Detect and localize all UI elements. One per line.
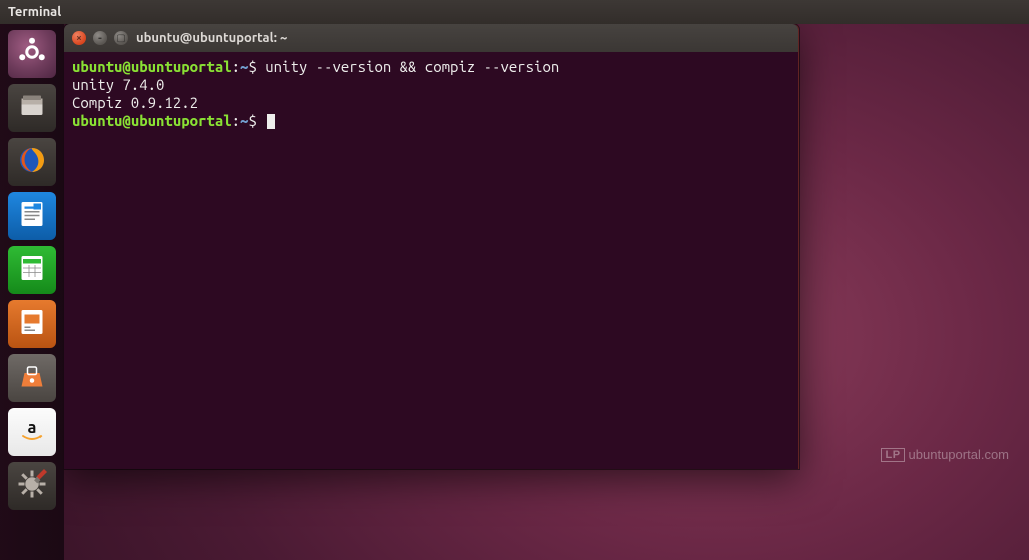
launcher-item-impress[interactable] <box>8 300 56 348</box>
dash-icon <box>14 34 50 74</box>
terminal-command: unity --version && compiz --version <box>265 58 559 75</box>
minimize-icon[interactable]: ‐ <box>93 31 107 45</box>
settings-icon <box>14 466 50 506</box>
impress-icon <box>14 304 50 344</box>
launcher-item-dash[interactable] <box>8 30 56 78</box>
terminal-output-line: Compiz 0.9.12.2 <box>72 94 790 112</box>
unity-launcher: a <box>0 24 64 560</box>
launcher-item-software[interactable] <box>8 354 56 402</box>
terminal-body[interactable]: ubuntu@ubuntuportal:~$ unity --version &… <box>64 52 798 469</box>
menubar-app-title: Terminal <box>8 5 61 19</box>
launcher-item-writer[interactable] <box>8 192 56 240</box>
terminal-line: ubuntu@ubuntuportal:~$ unity --version &… <box>72 58 790 76</box>
launcher-item-amazon[interactable]: a <box>8 408 56 456</box>
window-titlebar[interactable]: × ‐ ▢ ubuntu@ubuntuportal: ~ <box>64 24 798 52</box>
calc-icon <box>14 250 50 290</box>
window-controls: × ‐ ▢ <box>72 31 128 45</box>
launcher-item-settings[interactable] <box>8 462 56 510</box>
window-title: ubuntu@ubuntuportal: ~ <box>136 31 287 45</box>
software-icon <box>14 358 50 398</box>
amazon-icon: a <box>14 412 50 452</box>
watermark-badge: LP <box>881 448 904 462</box>
terminal-line: ubuntu@ubuntuportal:~$ <box>72 112 790 130</box>
terminal-output-line: unity 7.4.0 <box>72 76 790 94</box>
launcher-item-files[interactable] <box>8 84 56 132</box>
launcher-item-calc[interactable] <box>8 246 56 294</box>
firefox-icon <box>14 142 50 182</box>
watermark: LP ubuntuportal.com <box>881 447 1009 462</box>
files-icon <box>14 88 50 128</box>
menubar[interactable]: Terminal <box>0 0 1029 24</box>
svg-text:a: a <box>28 419 37 437</box>
close-icon[interactable]: × <box>72 31 86 45</box>
writer-icon <box>14 196 50 236</box>
cursor-icon <box>267 114 275 129</box>
watermark-text: ubuntuportal.com <box>909 447 1009 462</box>
launcher-item-firefox[interactable] <box>8 138 56 186</box>
maximize-icon[interactable]: ▢ <box>114 31 128 45</box>
terminal-window: × ‐ ▢ ubuntu@ubuntuportal: ~ ubuntu@ubun… <box>64 24 799 469</box>
